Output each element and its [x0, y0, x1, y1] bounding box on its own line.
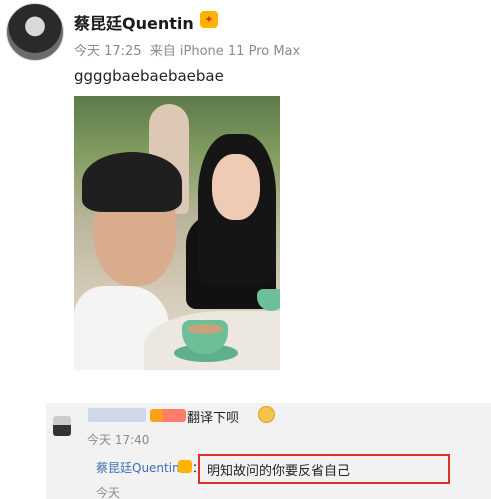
post-meta: 今天 17:25 来自 iPhone 11 Pro Max [74, 40, 304, 59]
photo-woman-face [212, 154, 260, 220]
vip-badge-icon: ✦ [200, 11, 218, 28]
author-avatar[interactable] [6, 3, 64, 61]
reply-time: 今天 17:43 [96, 486, 121, 499]
commenter-avatar[interactable] [53, 416, 71, 436]
author-name[interactable]: 蔡昆廷Quentin [74, 10, 194, 34]
commenter-name-redacted [88, 408, 146, 422]
reply-text: 明知故问的你要反省自己 [207, 464, 351, 479]
post-photo[interactable] [74, 96, 280, 370]
photo-man-hair [82, 152, 182, 212]
post-text: ggggbaebaebaebae [74, 67, 224, 85]
post-source[interactable]: 来自 iPhone 11 Pro Max [150, 44, 300, 59]
smile-emoji-icon [258, 406, 275, 423]
reply-author[interactable]: 蔡昆廷Quentin [96, 459, 180, 476]
comment-text: 翻译下呗 [187, 411, 240, 426]
commenter-badge-icon [150, 409, 186, 422]
post-time: 今天 17:25 [74, 44, 142, 59]
comment-time: 今天 17:40 [87, 433, 150, 447]
reply-vip-badge-icon [178, 460, 192, 473]
